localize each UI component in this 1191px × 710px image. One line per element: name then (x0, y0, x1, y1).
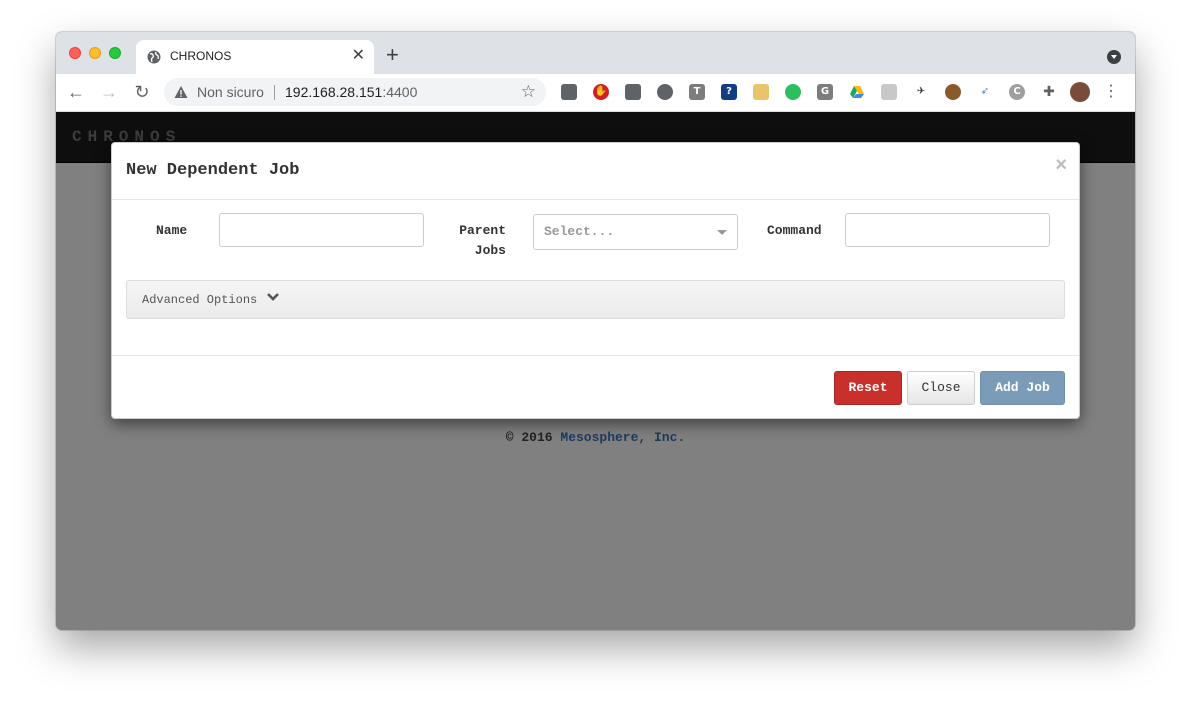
parent-jobs-label-line1: Parent (459, 223, 506, 238)
modal-title: New Dependent Job (126, 161, 300, 180)
address-bar[interactable]: Non sicuro 192.168.28.151:4400 ☆ (164, 78, 546, 106)
window-minimize-button[interactable] (89, 47, 101, 59)
new-dependent-job-modal: New Dependent Job × Name Parent Jobs Sel… (111, 142, 1080, 419)
modal-header: New Dependent Job × (112, 143, 1079, 200)
modal-footer: Reset Close Add Job (112, 355, 1079, 420)
extension-icon-12[interactable]: ✈ (913, 84, 929, 100)
extension-icon-3[interactable] (625, 84, 641, 100)
page-footer: © 2016 Mesosphere, Inc. (56, 430, 1135, 445)
globe-icon (147, 50, 161, 64)
extension-icon-9[interactable]: G (817, 84, 833, 100)
parent-jobs-select[interactable]: Select... (533, 214, 738, 250)
add-job-button[interactable]: Add Job (980, 371, 1065, 405)
url-text: 192.168.28.151:4400 (285, 84, 417, 100)
close-icon[interactable]: × (1055, 155, 1067, 175)
extension-icon-15[interactable]: C (1009, 84, 1025, 100)
window-maximize-button[interactable] (109, 47, 121, 59)
extension-icon-11[interactable] (881, 84, 897, 100)
footer-copyright: © 2016 (505, 430, 553, 445)
name-field[interactable] (219, 213, 424, 247)
parent-jobs-label: Parent Jobs (454, 221, 506, 261)
parent-jobs-label-line2: Jobs (474, 243, 506, 258)
adblock-extension-icon[interactable]: ✋ (593, 84, 609, 100)
command-field[interactable] (845, 213, 1050, 247)
parent-jobs-placeholder: Select... (544, 224, 615, 239)
puzzle-icon[interactable]: ✚ (1041, 84, 1057, 100)
chevron-down-icon (267, 293, 279, 301)
window-close-button[interactable] (69, 47, 81, 59)
avatar[interactable] (1070, 82, 1090, 102)
tab-title: CHRONOS (170, 49, 232, 63)
warning-icon (174, 86, 188, 98)
back-icon[interactable]: ← (66, 82, 86, 102)
forward-icon[interactable]: → (99, 82, 119, 102)
chevron-down-icon (717, 230, 727, 235)
clipboard-extension-icon[interactable] (753, 84, 769, 100)
url-host: 192.168.28.151 (285, 84, 383, 100)
close-button[interactable]: Close (907, 371, 975, 405)
reload-icon[interactable]: ↻ (132, 82, 152, 102)
footer-link[interactable]: Mesosphere, Inc. (560, 430, 685, 445)
bookmark-star-icon[interactable]: ☆ (521, 82, 536, 102)
advanced-options-label: Advanced Options (142, 293, 258, 307)
browser-toolbar: ← → ↻ Non sicuro 192.168.28.151:4400 ☆ ✋… (56, 74, 1135, 112)
extension-icon-1[interactable] (561, 84, 577, 100)
extension-icon-6[interactable]: ? (721, 84, 737, 100)
not-secure-label: Non sicuro (197, 84, 264, 100)
extension-icon-5[interactable]: T (689, 84, 705, 100)
new-tab-button[interactable]: + (386, 44, 399, 66)
tab-strip: CHRONOS ✕ + (56, 32, 1135, 74)
extension-icon-4[interactable] (657, 84, 673, 100)
advanced-options-toggle[interactable]: Advanced Options (126, 280, 1065, 319)
address-separator (274, 85, 275, 100)
tab-search-icon[interactable] (1107, 50, 1121, 64)
name-label: Name (156, 223, 188, 238)
extension-icon-13[interactable] (945, 84, 961, 100)
reset-button[interactable]: Reset (834, 371, 902, 405)
drive-extension-icon[interactable] (849, 84, 865, 100)
browser-tab[interactable]: CHRONOS ✕ (136, 40, 374, 74)
command-label: Command (767, 223, 822, 238)
extension-icon-14[interactable]: ➶ (977, 84, 993, 100)
menu-icon[interactable]: ⋮ (1103, 82, 1119, 102)
evernote-extension-icon[interactable] (785, 84, 801, 100)
tab-close-icon[interactable]: ✕ (352, 48, 365, 64)
url-port: :4400 (382, 84, 418, 100)
